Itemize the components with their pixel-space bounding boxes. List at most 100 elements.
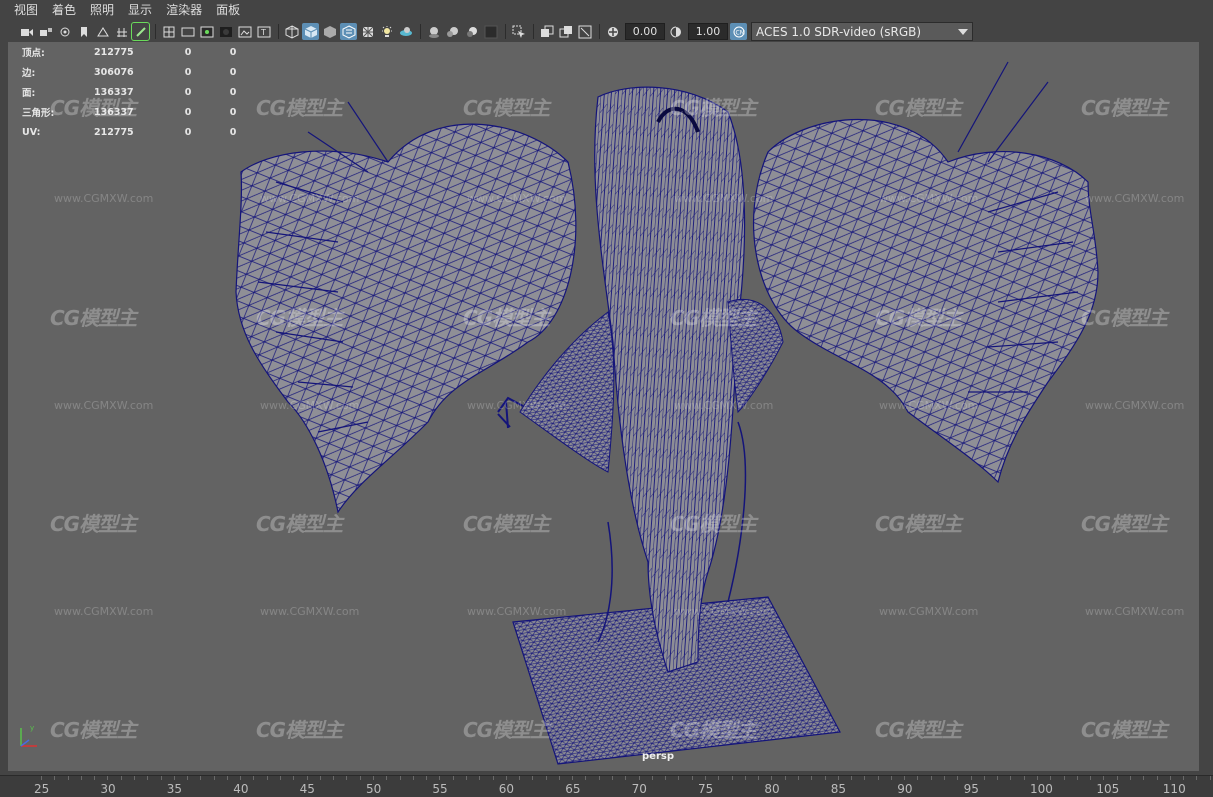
- menu-view[interactable]: 视图: [0, 0, 45, 21]
- exposure-field[interactable]: 0.00: [625, 23, 665, 40]
- watermark-url: www.CGMXW.com: [879, 192, 979, 205]
- xray-joints-icon[interactable]: [557, 23, 574, 40]
- depth-of-field-icon[interactable]: [463, 23, 480, 40]
- perspective-viewport[interactable]: 顶点: 212775 0 0 边: 306076 0 0 面: 136337 0…: [8, 42, 1199, 771]
- ruler-tick-mark: [811, 776, 813, 780]
- ruler-tick-mark: [386, 776, 388, 780]
- ruler-tick-mark: [1156, 776, 1158, 780]
- ruler-tick-mark: [904, 776, 906, 780]
- menu-panels[interactable]: 面板: [209, 0, 247, 21]
- ruler-tick-mark: [67, 776, 69, 780]
- xray-icon[interactable]: [538, 23, 555, 40]
- menu-shading[interactable]: 着色: [45, 0, 83, 21]
- ruler-tick-mark: [851, 776, 853, 780]
- ruler-tick-mark: [585, 776, 587, 780]
- ruler-tick-label: 85: [830, 782, 847, 796]
- watermark-url: www.CGMXW.com: [54, 605, 154, 618]
- shadows-icon[interactable]: [378, 23, 395, 40]
- ruler-tick-mark: [226, 776, 228, 780]
- watermark-logo: CG模型主: [50, 512, 137, 536]
- ruler-tick-mark: [572, 776, 574, 780]
- ruler-tick-mark: [1116, 776, 1118, 780]
- ruler-tick-mark: [877, 776, 879, 780]
- resolution-gate-icon[interactable]: [179, 23, 196, 40]
- ruler-tick-mark: [200, 776, 202, 780]
- xray-active-icon[interactable]: [576, 23, 593, 40]
- gate-mask-icon[interactable]: [198, 23, 215, 40]
- grid-icon[interactable]: [113, 23, 130, 40]
- ruler-tick-mark: [439, 776, 441, 780]
- svg-text:CM: CM: [735, 29, 744, 36]
- field-chart-icon[interactable]: [217, 23, 234, 40]
- time-slider-ruler[interactable]: 25 30 35 40 45 50 55 60 65 70 75 80 85 90 95 100 105 110: [0, 775, 1213, 797]
- ruler-tick-mark: [412, 776, 414, 780]
- stat-label: UV:: [22, 126, 41, 138]
- ruler-tick-mark: [558, 776, 560, 780]
- watermark-logo: CG模型主: [875, 512, 962, 536]
- use-all-lights-icon[interactable]: [359, 23, 376, 40]
- ambient-occlusion-icon[interactable]: [397, 23, 414, 40]
- ruler-tick-mark: [160, 776, 162, 780]
- watermark-logo: CG模型主: [256, 512, 343, 536]
- svg-text:y: y: [30, 724, 34, 732]
- stat-label: 顶点:: [22, 48, 45, 59]
- ruler-tick-mark: [1169, 776, 1171, 780]
- pencil-icon[interactable]: [131, 22, 150, 41]
- ruler-tick-mark: [94, 776, 96, 780]
- toolbar-separator: [278, 24, 279, 39]
- ruler-tick-label: 95: [963, 782, 979, 796]
- color-space-dropdown[interactable]: ACES 1.0 SDR-video (sRGB): [751, 22, 973, 41]
- safe-action-icon[interactable]: [236, 23, 253, 40]
- bookmark-icon[interactable]: [75, 23, 92, 40]
- ruler-tick-mark: [187, 776, 189, 780]
- ruler-tick-mark: [1209, 776, 1211, 780]
- ruler-tick-mark: [944, 776, 946, 780]
- stat-row-edges: 边: 306076 0 0: [22, 62, 244, 82]
- ruler-tick-mark: [1063, 776, 1065, 780]
- watermark-logo: CG模型主: [50, 96, 137, 120]
- ruler-tick-mark: [705, 776, 706, 780]
- ruler-tick-mark: [890, 776, 892, 780]
- ruler-tick-mark: [771, 776, 773, 780]
- ruler-tick-label: 30: [100, 782, 116, 796]
- ruler-tick-mark: [333, 776, 335, 780]
- ruler-tick-mark: [864, 776, 866, 780]
- camera-icon[interactable]: [18, 23, 35, 40]
- select-tool-icon[interactable]: [510, 23, 527, 40]
- isolate-select-icon[interactable]: [482, 23, 499, 40]
- image-plane-icon[interactable]: [94, 23, 111, 40]
- color-management-icon[interactable]: CM: [730, 23, 747, 40]
- textured-icon[interactable]: [340, 23, 357, 40]
- smooth-shade-icon[interactable]: [302, 23, 319, 40]
- default-material-icon[interactable]: [321, 23, 338, 40]
- motion-blur-icon[interactable]: [425, 23, 442, 40]
- safe-title-icon[interactable]: T: [255, 23, 272, 40]
- wireframe-icon[interactable]: [283, 23, 300, 40]
- ruler-tick-label: 65: [565, 782, 581, 796]
- svg-text:T: T: [260, 28, 266, 37]
- watermark-logo: CG模型主: [875, 718, 962, 742]
- ruler-tick-mark: [983, 776, 985, 780]
- toolbar-separator: [155, 24, 156, 39]
- watermark-url: www.CGMXW.com: [54, 192, 154, 205]
- menu-lighting[interactable]: 照明: [83, 0, 121, 21]
- exposure-icon[interactable]: [604, 23, 621, 40]
- watermark-url: www.CGMXW.com: [674, 192, 774, 205]
- stat-value: 0: [229, 66, 237, 78]
- ruler-tick-mark: [1196, 776, 1198, 780]
- menu-renderer[interactable]: 渲染器: [159, 0, 209, 21]
- watermark-url: www.CGMXW.com: [674, 605, 774, 618]
- watermark-logo: CG模型主: [463, 306, 550, 330]
- film-gate-icon[interactable]: [160, 23, 177, 40]
- gamma-icon[interactable]: [667, 23, 684, 40]
- camera-lock-icon[interactable]: [37, 23, 54, 40]
- ruler-tick-mark: [253, 776, 255, 780]
- ruler-tick-mark: [1010, 776, 1012, 780]
- anti-aliasing-icon[interactable]: [444, 23, 461, 40]
- watermark-logo: CG模型主: [670, 718, 757, 742]
- camera-name-label: persp: [642, 751, 674, 762]
- menu-show[interactable]: 显示: [121, 0, 159, 21]
- gamma-field[interactable]: 1.00: [688, 23, 728, 40]
- ruler-tick-mark: [598, 776, 600, 780]
- camera-attributes-icon[interactable]: [56, 23, 73, 40]
